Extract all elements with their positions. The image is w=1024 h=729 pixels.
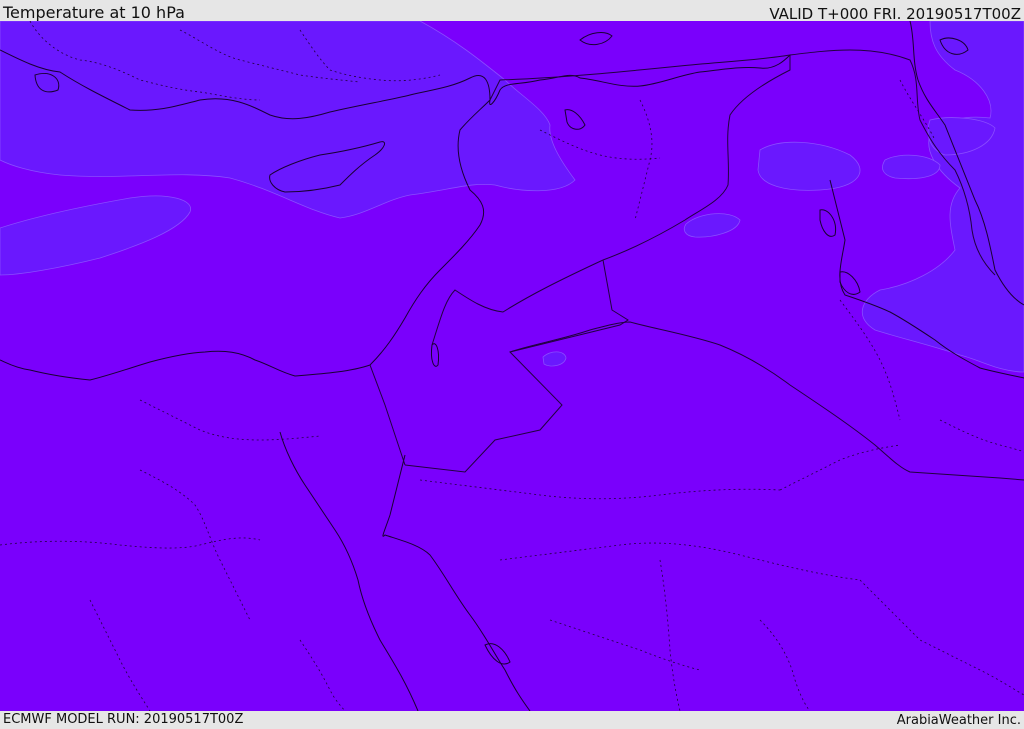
temperature-map: [0, 21, 1024, 711]
credit-label: ArabiaWeather Inc.: [896, 713, 1021, 728]
map-header: Temperature at 10 hPa VALID T+000 FRI. 2…: [0, 0, 1024, 23]
model-run-label: ECMWF MODEL RUN: 20190517T00Z: [3, 712, 244, 727]
map-canvas: [0, 21, 1024, 711]
map-footer: ECMWF MODEL RUN: 20190517T00Z ArabiaWeat…: [0, 711, 1024, 729]
map-title: Temperature at 10 hPa: [3, 3, 185, 22]
